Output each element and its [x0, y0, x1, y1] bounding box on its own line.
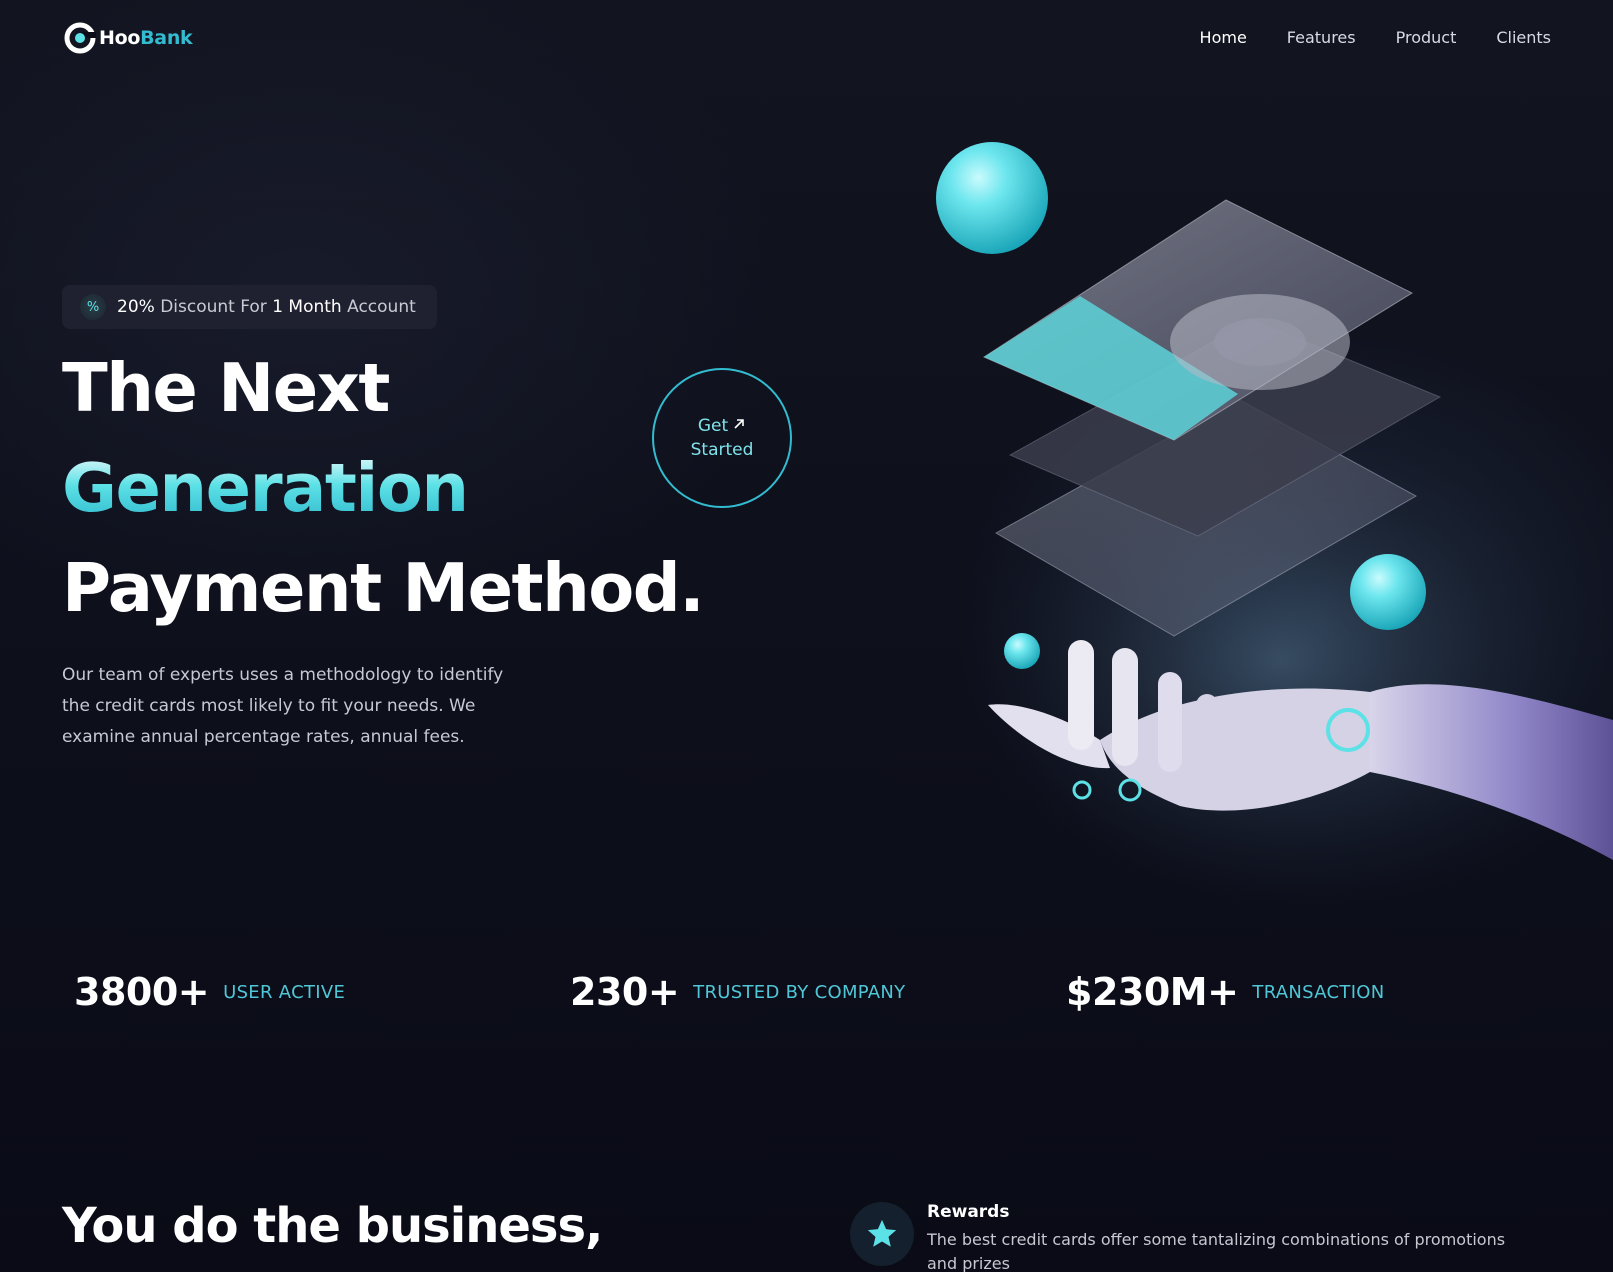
brand-logo[interactable]: HooBank — [64, 22, 193, 54]
arrow-up-right-icon — [732, 414, 746, 438]
stat-companies-label: TRUSTED BY COMPANY — [693, 981, 906, 1003]
brand-name: HooBank — [99, 27, 193, 49]
decor-sphere-medium — [1350, 554, 1426, 630]
stat-users-value: 3800+ — [74, 970, 210, 1014]
stat-users: 3800+ USER ACTIVE — [74, 970, 345, 1014]
business-heading: You do the business, — [62, 1198, 603, 1254]
get-started-label-1: Get — [697, 416, 729, 436]
decor-sphere-small — [1004, 633, 1040, 669]
stats-bar: 3800+ USER ACTIVE 230+ TRUSTED BY COMPAN… — [74, 970, 1534, 1020]
stat-transactions-label: TRANSACTION — [1252, 981, 1385, 1003]
logo-icon — [64, 22, 97, 54]
stat-companies-value: 230+ — [570, 970, 680, 1014]
hero-title-line-1: The Next — [62, 349, 390, 427]
hero-title-line-3: Payment Method. — [62, 549, 705, 627]
nav-link-clients[interactable]: Clients — [1496, 28, 1551, 47]
hero-description: Our team of experts uses a methodology t… — [62, 665, 504, 747]
feature-description: The best credit cards offer some tantali… — [927, 1230, 1506, 1272]
stat-users-label: USER ACTIVE — [223, 981, 346, 1003]
nav-links: Home Features Product Clients — [1200, 28, 1551, 47]
hero-title-line-2: Generation — [62, 449, 469, 527]
navbar: HooBank Home Features Product Clients — [64, 20, 1551, 64]
discount-icon: % — [80, 294, 106, 320]
discount-text: 20% Discount For 1 Month Account — [117, 297, 416, 317]
get-started-button[interactable]: Get Started — [652, 368, 792, 508]
hero-illustration — [900, 100, 1613, 920]
discount-badge: % 20% Discount For 1 Month Account — [62, 285, 437, 329]
decor-sphere-large — [936, 142, 1048, 254]
stat-transactions-value: $230M+ — [1066, 970, 1239, 1014]
nav-link-product[interactable]: Product — [1396, 28, 1457, 47]
nav-link-features[interactable]: Features — [1287, 28, 1356, 47]
feature-title: Rewards — [927, 1202, 1010, 1222]
stat-companies: 230+ TRUSTED BY COMPANY — [570, 970, 905, 1014]
stat-transactions: $230M+ TRANSACTION — [1066, 970, 1385, 1014]
get-started-label-2: Started — [690, 440, 754, 460]
star-icon — [850, 1202, 914, 1266]
nav-link-home[interactable]: Home — [1200, 28, 1247, 47]
